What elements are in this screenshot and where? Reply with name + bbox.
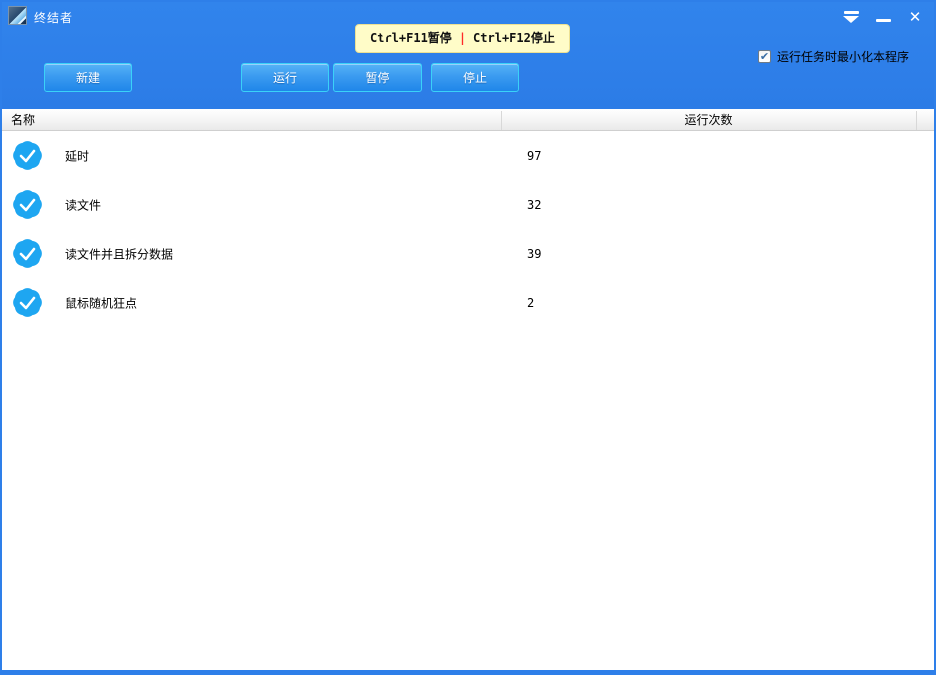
column-divider [916, 111, 917, 130]
checkbox-icon[interactable]: ✔ [758, 50, 771, 63]
chevron-down-icon [843, 16, 859, 23]
task-name: 读文件 [65, 196, 101, 213]
run-button[interactable]: 运行 [241, 63, 329, 92]
task-row[interactable]: 延时 97 [2, 131, 934, 180]
titlebar-toolbar: 终结者 ✕ Ctrl+F11暂停|Ctrl+F12停止 ✔ 运行任务时最小化本程… [2, 2, 934, 109]
tooltip-pointer-stop [448, 30, 462, 39]
tooltip-pointer-pause [378, 30, 392, 39]
new-button[interactable]: 新建 [44, 63, 132, 92]
task-run-count: 39 [527, 247, 541, 261]
task-run-count: 2 [527, 296, 534, 310]
column-divider [501, 111, 502, 130]
task-run-count: 32 [527, 198, 541, 212]
table-header: 名称 运行次数 [2, 109, 934, 131]
task-run-count: 97 [527, 149, 541, 163]
minimize-icon[interactable] [872, 7, 894, 27]
column-header-count[interactable]: 运行次数 [501, 109, 916, 131]
minimize-on-run-option[interactable]: ✔ 运行任务时最小化本程序 [758, 48, 909, 65]
task-row[interactable]: 读文件并且拆分数据 39 [2, 229, 934, 278]
task-badge-check-icon [12, 238, 43, 269]
task-row[interactable]: 读文件 32 [2, 180, 934, 229]
app-logo-icon [8, 6, 27, 25]
task-list: 延时 97 读文件 32 读文件并且拆分数据 39 鼠标随机狂点 [2, 131, 934, 327]
stop-button[interactable]: 停止 [431, 63, 519, 92]
task-badge-check-icon [12, 140, 43, 171]
skin-menu-icon[interactable] [840, 7, 862, 27]
hotkey-stop-text: Ctrl+F12停止 [473, 31, 555, 45]
task-name: 鼠标随机狂点 [65, 294, 137, 311]
checkbox-label: 运行任务时最小化本程序 [777, 48, 909, 65]
window-controls: ✕ [840, 6, 926, 28]
minimize-bar-shape [876, 19, 891, 22]
task-badge-check-icon [12, 189, 43, 220]
task-badge-check-icon [12, 287, 43, 318]
close-icon[interactable]: ✕ [904, 7, 926, 27]
app-window: 终结者 ✕ Ctrl+F11暂停|Ctrl+F12停止 ✔ 运行任务时最小化本程… [0, 0, 936, 675]
task-name: 延时 [65, 147, 89, 164]
task-name: 读文件并且拆分数据 [65, 245, 173, 262]
pause-button[interactable]: 暂停 [333, 63, 422, 92]
column-header-name[interactable]: 名称 [11, 109, 35, 131]
task-row[interactable]: 鼠标随机狂点 2 [2, 278, 934, 327]
menu-bar-shape [844, 11, 859, 14]
window-title: 终结者 [34, 9, 73, 26]
